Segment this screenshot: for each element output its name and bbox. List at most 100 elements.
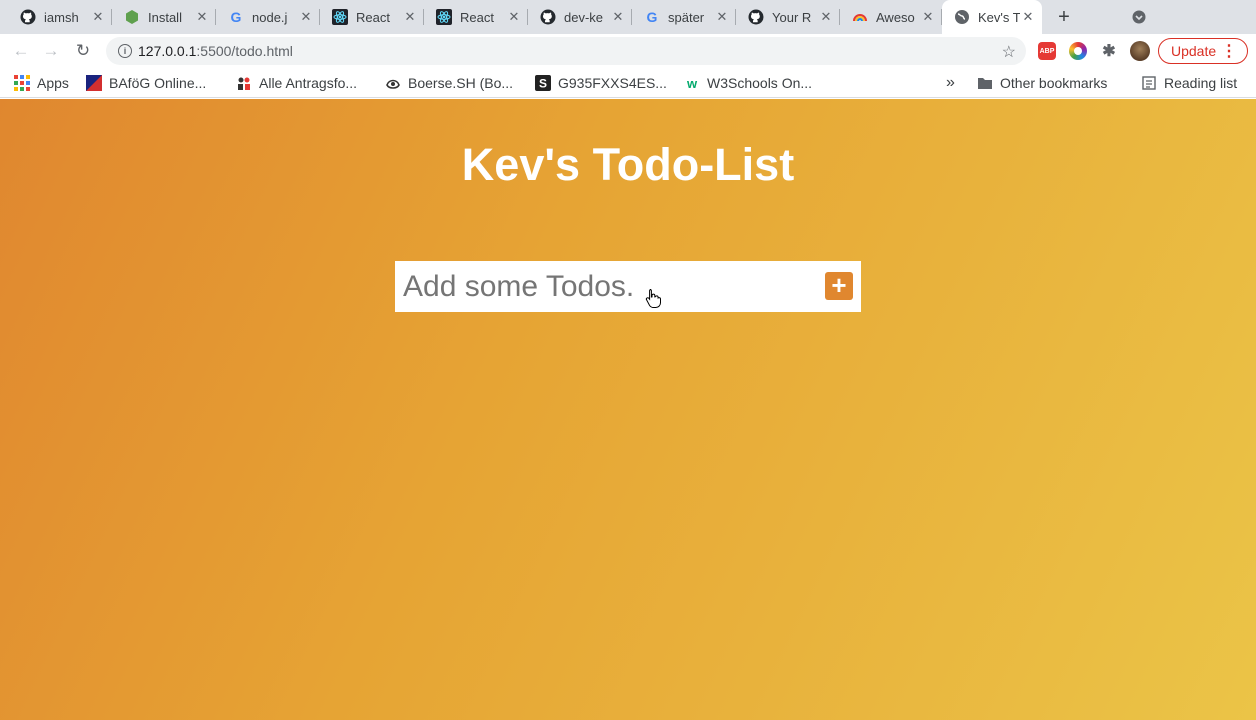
page-title: Kev's Todo-List [461, 139, 795, 190]
back-arrow-icon[interactable]: ← [10, 40, 32, 62]
github-icon [748, 9, 764, 25]
tab-title: Kev's T [978, 9, 1020, 25]
reading-list-icon [1141, 75, 1157, 91]
restore-icon[interactable] [1198, 8, 1216, 26]
apps-grid [14, 75, 30, 91]
tab-title: React [460, 9, 494, 25]
tab-4[interactable]: React ✕ [424, 0, 528, 34]
tab-9-active[interactable]: Kev's T ✕ [942, 0, 1042, 34]
url-path: :5500/todo.html [196, 43, 293, 59]
bookmark-g935[interactable]: S G935FXXS4ES... [535, 73, 667, 93]
browser-toolbar: ← → ↻ i 127.0.0.1:5500/todo.html ☆ ABP ✱… [0, 34, 1256, 68]
close-icon[interactable]: ✕ [298, 9, 314, 25]
bookmark-label: Other bookmarks [1000, 75, 1108, 91]
bookmark-label: G935FXXS4ES... [558, 75, 667, 91]
tab-title: später [668, 9, 705, 25]
more-menu-icon[interactable]: ⋮ [1221, 41, 1237, 61]
tab-1[interactable]: Install ✕ [112, 0, 216, 34]
tab-title: Aweso [876, 9, 915, 25]
bookmark-bafog[interactable]: BAföG Online... [86, 73, 206, 93]
tab-title: Install [148, 9, 182, 25]
close-icon[interactable]: ✕ [402, 9, 418, 25]
todo-form: + [395, 261, 861, 312]
bookmark-boerse[interactable]: Boerse.SH (Bo... [385, 73, 513, 93]
window-close-icon[interactable] [1228, 8, 1246, 26]
extension-ring-icon[interactable] [1069, 42, 1087, 60]
address-bar[interactable]: i 127.0.0.1:5500/todo.html ☆ [106, 37, 1026, 65]
hand-pointer-icon [645, 288, 661, 313]
tab-title: node.j [252, 9, 288, 25]
bookmark-other[interactable]: Other bookmarks [977, 73, 1107, 93]
github-icon [20, 9, 36, 25]
avatar[interactable] [1130, 41, 1150, 61]
tab-title: Your R [772, 9, 812, 25]
apps-grid-icon [14, 75, 30, 91]
tab-search-icon[interactable] [1130, 8, 1148, 26]
close-icon[interactable]: ✕ [506, 9, 522, 25]
ring-center [1074, 47, 1082, 55]
bookmarks-overflow-button[interactable]: » [946, 73, 955, 93]
url-host: 127.0.0.1 [138, 43, 197, 59]
samsung-icon: S [535, 75, 551, 91]
plus-icon: + [831, 270, 847, 300]
google-icon: G [644, 9, 660, 25]
svg-text:G: G [231, 9, 242, 25]
bookmark-label: W3Schools On... [707, 75, 813, 91]
puzzle-extensions-icon[interactable]: ✱ [1100, 42, 1118, 60]
svg-text:S: S [539, 77, 547, 91]
tab-5[interactable]: dev-ke ✕ [528, 0, 632, 34]
bookmark-antragsformulare[interactable]: Alle Antragsfo... [236, 73, 357, 93]
people-icon [236, 75, 252, 91]
close-icon[interactable]: ✕ [194, 9, 210, 25]
react-icon [436, 9, 452, 25]
site-info-icon[interactable]: i [118, 44, 132, 58]
bookmark-label: Alle Antragsfo... [259, 75, 358, 91]
tab-0[interactable]: iamsh ✕ [8, 0, 112, 34]
bookmark-w3schools[interactable]: w W3Schools On... [684, 73, 812, 93]
boerse-icon [385, 75, 401, 91]
close-icon[interactable]: ✕ [1020, 9, 1036, 25]
tab-title: dev-ke [564, 9, 604, 25]
close-icon[interactable]: ✕ [818, 9, 834, 25]
bafog-icon [86, 75, 102, 91]
folder-icon [977, 75, 993, 91]
bookmark-label: Reading list [1164, 75, 1238, 91]
close-icon[interactable]: ✕ [920, 9, 936, 25]
tab-7[interactable]: Your R ✕ [736, 0, 840, 34]
todo-input[interactable] [395, 261, 815, 312]
globe-icon [954, 9, 970, 25]
bookmark-star-icon[interactable]: ☆ [1002, 42, 1016, 62]
svg-text:w: w [686, 76, 698, 91]
bookmarks-bar: Apps BAföG Online... Alle Antragsfo... B… [0, 68, 1256, 98]
rainbow-icon [852, 9, 868, 25]
tab-strip: iamsh ✕ Install ✕ G node.j ✕ React ✕ Rea… [0, 0, 1256, 34]
tab-8[interactable]: Aweso ✕ [840, 0, 942, 34]
close-icon[interactable]: ✕ [90, 9, 106, 25]
update-label: Update [1171, 43, 1217, 59]
svg-text:G: G [647, 9, 658, 25]
close-icon[interactable]: ✕ [714, 9, 730, 25]
bookmark-label: Apps [37, 75, 69, 91]
forward-arrow-icon[interactable]: → [40, 40, 62, 62]
w3schools-icon: w [684, 75, 700, 91]
add-todo-button[interactable]: + [825, 272, 853, 300]
adblock-plus-icon[interactable]: ABP [1038, 42, 1056, 60]
page-viewport: Kev's Todo-List + [0, 99, 1256, 720]
minimize-icon[interactable] [1168, 8, 1186, 26]
reading-list[interactable]: Reading list [1141, 73, 1237, 93]
react-icon [332, 9, 348, 25]
google-icon: G [228, 9, 244, 25]
nodejs-icon [124, 9, 140, 25]
tab-2[interactable]: G node.j ✕ [216, 0, 320, 34]
close-icon[interactable]: ✕ [610, 9, 626, 25]
github-icon [540, 9, 556, 25]
update-button[interactable]: Update ⋮ [1158, 38, 1248, 64]
tab-title: iamsh [44, 9, 79, 25]
reload-icon[interactable]: ↻ [72, 40, 94, 62]
bookmark-apps[interactable]: Apps [14, 73, 69, 93]
bookmark-label: Boerse.SH (Bo... [408, 75, 514, 91]
tab-6[interactable]: G später ✕ [632, 0, 736, 34]
url-text[interactable]: 127.0.0.1:5500/todo.html [138, 43, 293, 59]
new-tab-button[interactable]: + [1052, 5, 1076, 29]
tab-3[interactable]: React ✕ [320, 0, 424, 34]
